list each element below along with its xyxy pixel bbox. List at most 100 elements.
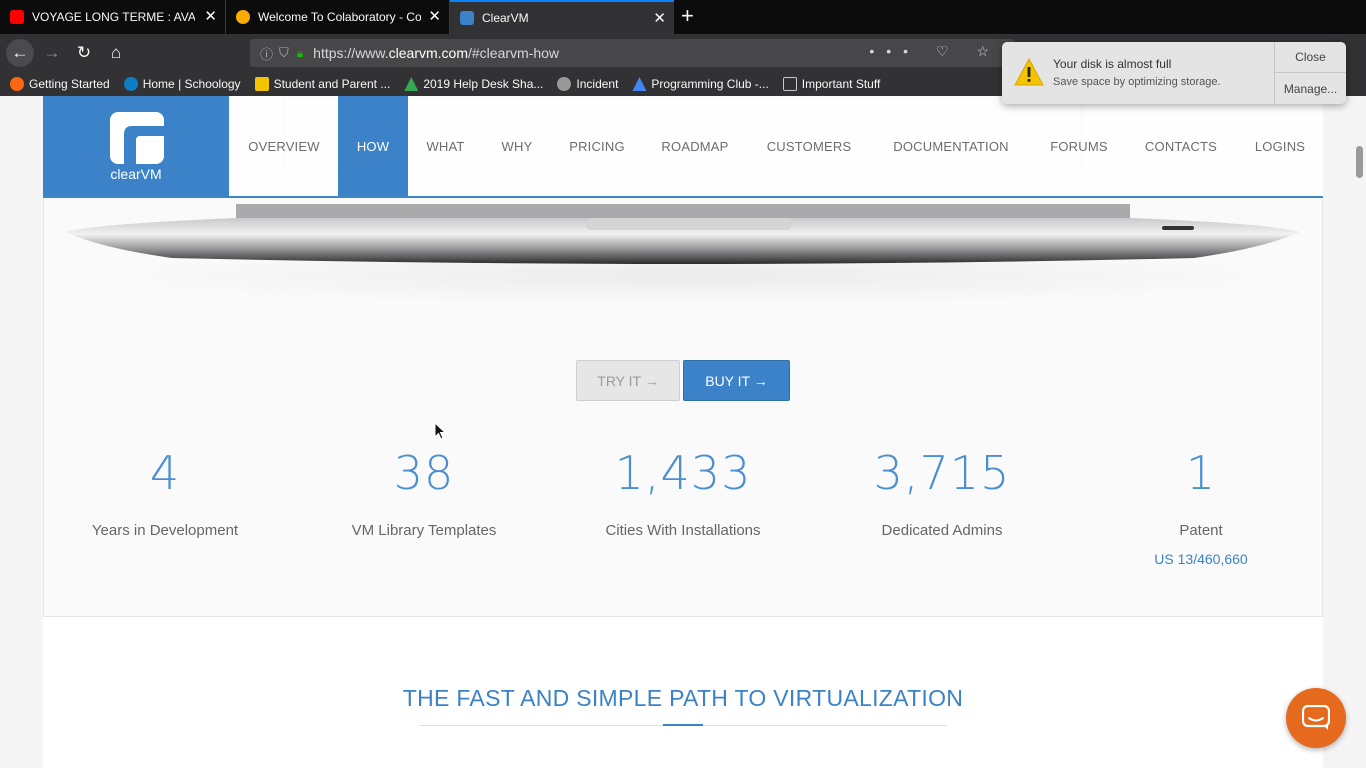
stat-label: Patent [1179, 522, 1223, 539]
bookmark-label: 2019 Help Desk Sha... [423, 77, 544, 91]
tab-title: Welcome To Colaboratory - Col [258, 10, 421, 24]
tab-title: VOYAGE LONG TERME : AVANT [32, 10, 195, 24]
bookmark-incident[interactable]: Incident [557, 77, 618, 91]
schoology-icon [123, 77, 138, 91]
forward-icon[interactable]: → [38, 39, 66, 67]
youtube-favicon-icon [10, 10, 24, 24]
stat-patent: 1 Patent US 13/460,660 [1101, 446, 1301, 567]
nav-logins[interactable]: LOGINS [1243, 96, 1317, 196]
stat-value: 38 [393, 446, 455, 500]
stat-label: Years in Development [91, 522, 239, 539]
nav-why[interactable]: WHY [488, 96, 546, 196]
firefox-icon [10, 77, 24, 91]
nav-forums[interactable]: FORUMS [1041, 96, 1117, 196]
url-prefix: https://www. [313, 45, 389, 61]
url-domain: clearvm.com [388, 45, 468, 61]
clearvm-favicon-icon [460, 11, 474, 25]
stat-admins: 3,715 Dedicated Admins [842, 446, 1042, 539]
browser-tab-clearvm[interactable]: ClearVM ✕ [450, 0, 674, 34]
page-viewport: clearVM OVERVIEW HOW WHAT WHY PRICING RO… [0, 96, 1366, 768]
site-header: clearVM OVERVIEW HOW WHAT WHY PRICING RO… [43, 96, 1323, 199]
info-icon[interactable]: ⓘ [260, 44, 273, 63]
bookmark-help-desk[interactable]: 2019 Help Desk Sha... [404, 77, 543, 91]
bookmark-programming-club[interactable]: Programming Club -... [632, 77, 769, 91]
clearvm-logo-mark-icon [110, 112, 164, 164]
tab-title: ClearVM [482, 11, 529, 25]
stat-value: 4 [149, 446, 181, 500]
address-bar[interactable]: ⓘ ⛉ 🔒︎ https://www.clearvm.com/#clearvm-… [250, 39, 1015, 67]
browser-tab-colaboratory[interactable]: Welcome To Colaboratory - Col ✕ [226, 0, 450, 34]
nav-how[interactable]: HOW [338, 96, 408, 196]
clearvm-logo[interactable]: clearVM [43, 96, 229, 196]
new-tab-icon[interactable]: + [681, 4, 694, 28]
folder-icon [782, 77, 797, 91]
browser-tab-voyage[interactable]: VOYAGE LONG TERME : AVANT ✕ [0, 0, 226, 34]
notification-close-button[interactable]: Close [1275, 42, 1346, 73]
bookmark-folder-important[interactable]: Important Stuff [782, 77, 881, 91]
buy-it-button[interactable]: BUY IT → [683, 360, 790, 401]
nav-overview[interactable]: OVERVIEW [239, 96, 329, 196]
stat-label: Cities With Installations [605, 522, 761, 539]
page-scrollbar-thumb[interactable] [1356, 146, 1363, 178]
bookmark-label: Student and Parent ... [273, 77, 391, 91]
notification-subtitle: Save space by optimizing storage. [1053, 76, 1221, 88]
notification-title: Your disk is almost full [1053, 57, 1172, 71]
header-underline [43, 196, 1323, 198]
reload-icon[interactable]: ↻ [70, 39, 98, 67]
chat-launcher-button[interactable] [1286, 688, 1346, 748]
stat-value: 1,433 [614, 446, 752, 500]
nav-contacts[interactable]: CONTACTS [1135, 96, 1227, 196]
bookmark-label: Home | Schoology [142, 77, 241, 91]
stat-label: VM Library Templates [351, 522, 497, 539]
logo-wordmark: clearVM [110, 166, 162, 182]
stat-templates: 38 VM Library Templates [324, 446, 524, 539]
url-path: /#clearvm-how [468, 45, 560, 61]
nav-customers[interactable]: CUSTOMERS [759, 96, 859, 196]
stat-label: Dedicated Admins [881, 522, 1003, 539]
bookmark-getting-started[interactable]: Getting Started [10, 77, 110, 91]
google-drive-icon [632, 77, 647, 91]
pocket-icon[interactable]: ♡ [936, 43, 961, 59]
google-drive-icon [404, 77, 419, 91]
stat-cities: 1,433 Cities With Installations [583, 446, 783, 539]
more-actions-icon[interactable]: ••• [869, 43, 920, 59]
back-icon[interactable]: ← [6, 39, 34, 67]
disk-full-notification: Your disk is almost full Save space by o… [1002, 42, 1346, 104]
laptop-image [66, 204, 1300, 264]
notification-manage-button[interactable]: Manage... [1275, 73, 1346, 104]
url-text[interactable]: https://www.clearvm.com/#clearvm-how [313, 45, 559, 61]
notification-actions: Close Manage... [1274, 42, 1346, 104]
stat-value: 3,715 [873, 446, 1011, 500]
title-accent-bar [663, 724, 703, 726]
bookmark-schoology[interactable]: Home | Schoology [123, 77, 241, 91]
globe-icon [557, 77, 572, 91]
bookmark-student-parent[interactable]: Student and Parent ... [254, 77, 391, 91]
bookmark-page-icon [254, 77, 269, 91]
chat-bubble-icon [1302, 705, 1330, 730]
colab-favicon-icon [236, 10, 250, 24]
page-actions[interactable]: ••• ♡ ☆ [869, 43, 1001, 60]
patent-link[interactable]: US 13/460,660 [1101, 551, 1301, 567]
close-tab-icon[interactable]: ✕ [204, 9, 217, 24]
virtualization-section: THE FAST AND SIMPLE PATH TO VIRTUALIZATI… [43, 616, 1323, 768]
nav-pricing[interactable]: PRICING [555, 96, 639, 196]
stat-value: 1 [1185, 446, 1217, 500]
close-tab-icon[interactable]: ✕ [653, 11, 666, 26]
bookmark-label: Getting Started [29, 77, 110, 91]
nav-what[interactable]: WHAT [413, 96, 478, 196]
bookmark-label: Programming Club -... [651, 77, 769, 91]
bookmark-label: Incident [576, 77, 619, 91]
bookmark-label: Important Stuff [801, 77, 881, 91]
section-title: THE FAST AND SIMPLE PATH TO VIRTUALIZATI… [402, 685, 964, 711]
bookmark-star-icon[interactable]: ☆ [976, 43, 1001, 59]
nav-roadmap[interactable]: ROADMAP [649, 96, 741, 196]
home-icon[interactable]: ⌂ [102, 39, 130, 67]
nav-documentation[interactable]: DOCUMENTATION [881, 96, 1021, 196]
lock-icon[interactable]: 🔒︎ [297, 46, 303, 61]
browser-tab-bar: VOYAGE LONG TERME : AVANT ✕ Welcome To C… [0, 0, 1366, 34]
warning-icon [1014, 58, 1044, 86]
try-it-button[interactable]: TRY IT → [576, 360, 680, 401]
tracking-shield-icon[interactable]: ⛉ [279, 45, 289, 61]
close-tab-icon[interactable]: ✕ [428, 9, 441, 24]
mouse-cursor-icon [434, 422, 446, 440]
